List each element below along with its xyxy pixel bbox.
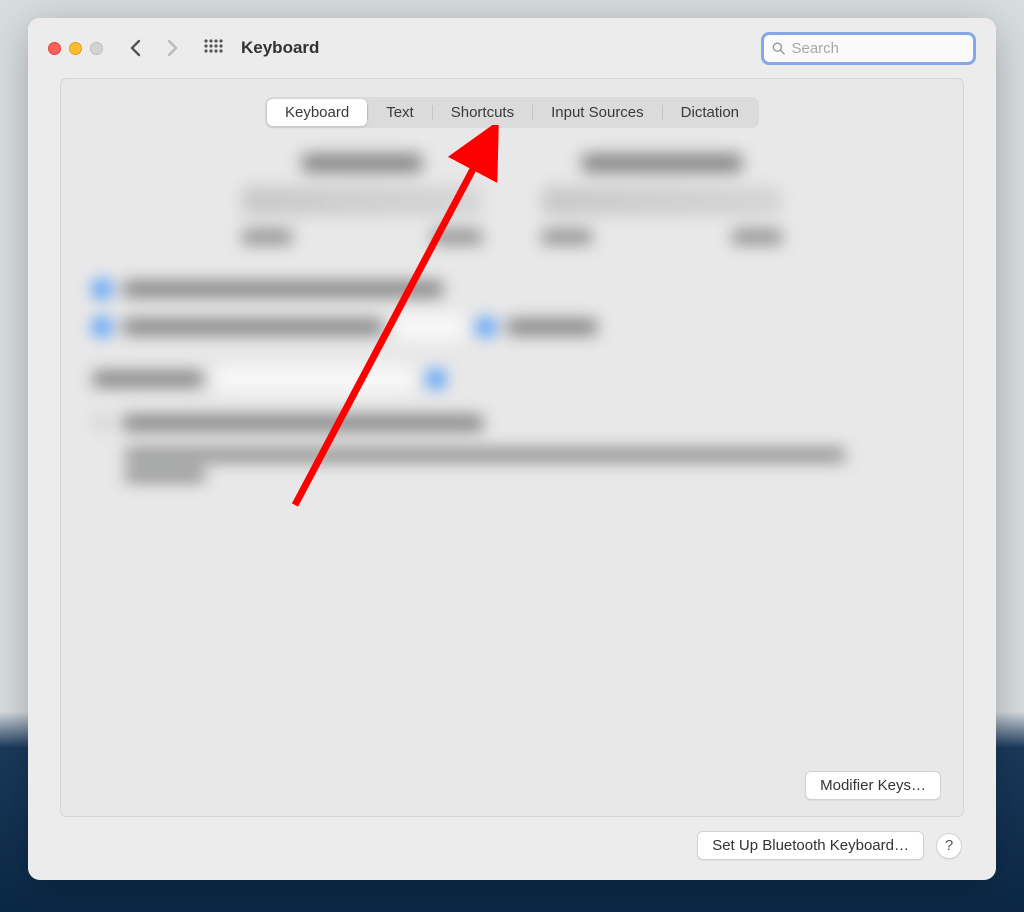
- tab-input-sources[interactable]: Input Sources: [533, 99, 662, 126]
- back-button[interactable]: [129, 39, 141, 57]
- minimize-button[interactable]: [69, 42, 82, 55]
- tab-shortcuts[interactable]: Shortcuts: [433, 99, 532, 126]
- preferences-window: Keyboard Keyboard Text Shortcuts Input S…: [28, 18, 996, 880]
- close-button[interactable]: [48, 42, 61, 55]
- tab-dictation[interactable]: Dictation: [663, 99, 757, 126]
- forward-button: [167, 39, 179, 57]
- search-icon: [772, 41, 785, 56]
- tab-bar: Keyboard Text Shortcuts Input Sources Di…: [265, 97, 759, 128]
- content-area: Keyboard Text Shortcuts Input Sources Di…: [28, 78, 996, 880]
- show-all-icon[interactable]: [203, 38, 223, 58]
- maximize-button: [90, 42, 103, 55]
- nav-buttons: [129, 39, 179, 57]
- blurred-settings: [83, 154, 941, 482]
- tab-keyboard[interactable]: Keyboard: [267, 99, 367, 126]
- modifier-keys-button[interactable]: Modifier Keys…: [805, 771, 941, 800]
- footer: Set Up Bluetooth Keyboard… ?: [60, 817, 964, 860]
- help-button[interactable]: ?: [936, 833, 962, 859]
- traffic-lights: [48, 42, 103, 55]
- main-panel: Keyboard Text Shortcuts Input Sources Di…: [60, 78, 964, 817]
- bluetooth-keyboard-button[interactable]: Set Up Bluetooth Keyboard…: [697, 831, 924, 860]
- search-field-wrap[interactable]: [761, 32, 976, 65]
- window-titlebar: Keyboard: [28, 18, 996, 78]
- tab-text[interactable]: Text: [368, 99, 432, 126]
- window-title: Keyboard: [241, 38, 761, 58]
- search-input[interactable]: [791, 40, 965, 57]
